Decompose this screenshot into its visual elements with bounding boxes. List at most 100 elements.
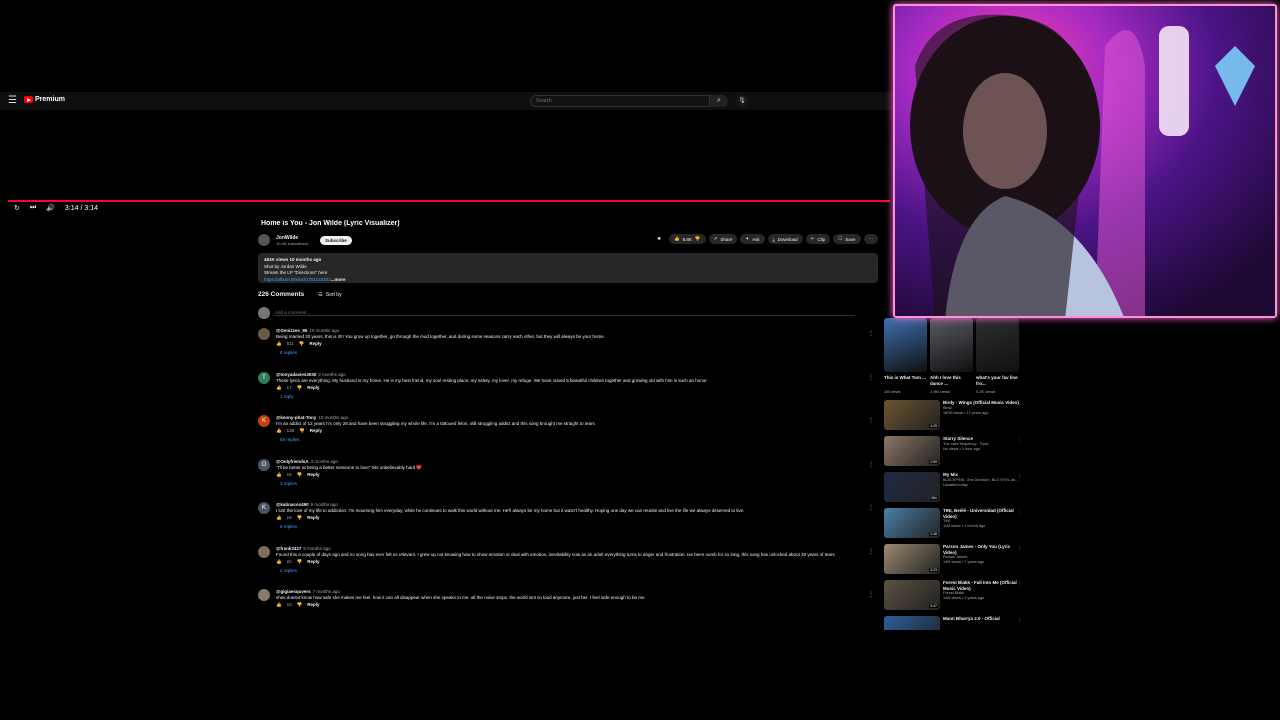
video-thumbnail[interactable]: 3:23 xyxy=(884,544,940,574)
thumbs-down-icon[interactable]: 👎 xyxy=(695,236,701,242)
video-menu-icon[interactable]: ⋮ xyxy=(1017,545,1022,551)
thumbs-down-icon[interactable]: 👎 xyxy=(297,515,303,521)
video-channel[interactable]: The calm frequency - Topic xyxy=(943,442,989,447)
comment-avatar[interactable]: O xyxy=(258,458,270,471)
comment-avatar[interactable] xyxy=(258,589,270,601)
thumbs-down-icon[interactable]: 👎 xyxy=(297,559,303,565)
video-thumbnail[interactable]: 4:25 xyxy=(884,400,940,430)
short-title[interactable]: what's your fav line fro... xyxy=(976,375,1019,386)
thumbs-up-icon[interactable]: 👍 xyxy=(276,602,282,608)
thumbs-down-icon[interactable]: 👎 xyxy=(297,602,303,608)
channel-avatar[interactable] xyxy=(258,234,270,246)
save-button[interactable]: ☐ Save xyxy=(833,234,861,244)
comment-menu-icon[interactable]: ⋮ xyxy=(868,591,874,598)
comment-time[interactable]: 10 months ago xyxy=(318,415,348,420)
video-menu-icon[interactable]: ⋮ xyxy=(1017,401,1022,407)
thumbs-down-icon[interactable]: 👎 xyxy=(299,428,305,434)
video-thumbnail[interactable]: 3:47 xyxy=(884,580,940,610)
more-icon[interactable]: ⋯ xyxy=(863,234,878,244)
related-video-item[interactable]: 4:25 Birdy - Wings (Official Music Video… xyxy=(884,400,1024,430)
comment-author[interactable]: @Genizzes_85 xyxy=(276,328,307,333)
comment-avatar[interactable] xyxy=(258,545,270,558)
comment-time[interactable]: 8 months ago xyxy=(311,502,338,507)
video-menu-icon[interactable]: ⋮ xyxy=(1017,437,1022,443)
thumbs-down-icon[interactable]: 👎 xyxy=(299,341,305,347)
related-video-item[interactable]: Mann Bharrya 2.0 - Official ⋮ xyxy=(884,616,1024,630)
video-title[interactable]: TINI, Beélé - Universidad (Official Vide… xyxy=(943,508,1024,519)
reply-button[interactable]: Reply xyxy=(307,602,319,608)
reply-button[interactable]: Reply xyxy=(310,428,322,434)
related-video-item[interactable]: 2:59 Starry Silence The calm frequency -… xyxy=(884,436,1024,466)
comment-menu-icon[interactable]: ⋮ xyxy=(868,461,874,468)
related-video-item[interactable]: 3:23 Parson James - Only You (Lyric Vide… xyxy=(884,544,1024,574)
comment-menu-icon[interactable]: ⋮ xyxy=(868,374,874,381)
reply-button[interactable]: Reply xyxy=(307,472,319,478)
video-title[interactable]: Birdy - Wings (Official Music Video) xyxy=(943,400,1019,406)
reply-button[interactable]: Reply xyxy=(307,559,319,565)
video-title[interactable]: Forest Blakk - Fall Into Me (Official Mu… xyxy=(943,580,1024,591)
view-replies-button[interactable]: 1 reply xyxy=(280,394,866,400)
thumbs-up-icon[interactable]: 👍 xyxy=(276,472,282,478)
comment-author[interactable]: @gigiaesquvers xyxy=(276,589,311,594)
youtube-logo[interactable]: Premium xyxy=(24,96,65,103)
thumbs-down-icon[interactable]: 👎 xyxy=(297,385,303,391)
comment-input[interactable] xyxy=(275,310,855,316)
video-menu-icon[interactable]: ⋮ xyxy=(1017,473,1022,479)
reply-button[interactable]: Reply xyxy=(309,341,321,347)
video-menu-icon[interactable]: ⋮ xyxy=(1017,581,1022,587)
view-replies-button[interactable]: 2 replies xyxy=(280,568,866,574)
video-thumbnail[interactable]: Mix xyxy=(884,472,940,502)
comment-avatar[interactable]: K xyxy=(258,415,270,427)
subscribe-button[interactable]: Subscribe xyxy=(320,235,352,245)
like-button[interactable]: 👍 8.8K 👎 xyxy=(669,234,706,244)
short-thumbnail[interactable] xyxy=(884,318,927,372)
comment-menu-icon[interactable]: ⋮ xyxy=(868,330,874,337)
comment-time[interactable]: 7 months ago xyxy=(313,589,340,594)
search-icon[interactable]: ⌕ xyxy=(710,95,728,107)
gear-icon[interactable]: ✱ xyxy=(652,234,666,244)
description-box[interactable]: 481K views 10 months ago Shot by Jordan … xyxy=(258,253,878,283)
sort-button[interactable]: ☰ Sort by xyxy=(318,292,341,298)
comment-time[interactable]: 6 months ago xyxy=(303,546,330,551)
view-replies-button[interactable]: 8 replies xyxy=(280,350,866,356)
comment-menu-icon[interactable]: ⋮ xyxy=(868,548,874,555)
view-replies-button[interactable]: 5 replies xyxy=(280,524,866,530)
replay-icon[interactable]: ↻ xyxy=(14,204,20,212)
reply-button[interactable]: Reply xyxy=(307,515,319,521)
clip-button[interactable]: ✂ Clip xyxy=(805,234,831,244)
video-thumbnail[interactable] xyxy=(884,616,940,630)
video-menu-icon[interactable]: ⋮ xyxy=(1017,509,1022,515)
comment-time[interactable]: 10 months ago xyxy=(309,328,339,333)
microphone-icon[interactable]: 🎙 xyxy=(736,95,748,107)
short-title[interactable]: This is What Tom ... xyxy=(884,375,927,386)
comment-avatar[interactable] xyxy=(258,328,270,340)
comment-menu-icon[interactable]: ⋮ xyxy=(868,504,874,511)
comment-time[interactable]: 3 months ago xyxy=(311,459,338,464)
comment-time[interactable]: 2 months ago xyxy=(318,372,345,377)
thumbs-up-icon[interactable]: 👍 xyxy=(276,385,282,391)
video-menu-icon[interactable]: ⋮ xyxy=(1017,617,1022,623)
comment-author[interactable]: @frank3427 xyxy=(276,546,301,551)
view-replies-button[interactable]: 3 replies xyxy=(280,481,866,487)
related-video-item[interactable]: Mix My Mix BLACKPINK, One Direction, BLG… xyxy=(884,472,1024,502)
thumbs-up-icon[interactable]: 👍 xyxy=(276,515,282,521)
video-title[interactable]: Mann Bharrya 2.0 - Official xyxy=(943,616,1000,622)
short-item[interactable]: This is What Tom ... 1M views xyxy=(884,318,927,394)
search-input[interactable] xyxy=(530,95,710,107)
related-video-item[interactable]: 3:47 Forest Blakk - Fall Into Me (Offici… xyxy=(884,580,1024,610)
view-replies-button[interactable]: 55 replies xyxy=(280,437,866,443)
comment-author[interactable]: @kenny-phat-Tony xyxy=(276,415,316,420)
video-title[interactable]: Parson James - Only You (Lyric Video) xyxy=(943,544,1024,555)
next-icon[interactable]: ⏭ xyxy=(30,204,36,212)
thumbs-up-icon[interactable]: 👍 xyxy=(276,428,282,434)
video-thumbnail[interactable]: 2:48 xyxy=(884,508,940,538)
short-title[interactable]: Ahh I love this dance ... xyxy=(930,375,973,386)
comment-avatar[interactable]: K xyxy=(258,502,270,514)
reply-button[interactable]: Reply xyxy=(307,385,319,391)
comment-author[interactable]: @OnlyfriendsA xyxy=(276,459,309,464)
ask-button[interactable]: ✦ Ask xyxy=(740,234,765,244)
video-thumbnail[interactable]: 2:59 xyxy=(884,436,940,466)
progress-bar[interactable] xyxy=(8,200,890,202)
thumbs-up-icon[interactable]: 👍 xyxy=(276,341,282,347)
video-channel[interactable]: BLACKPINK, One Direction, BLG SYEL an... xyxy=(943,478,1018,483)
